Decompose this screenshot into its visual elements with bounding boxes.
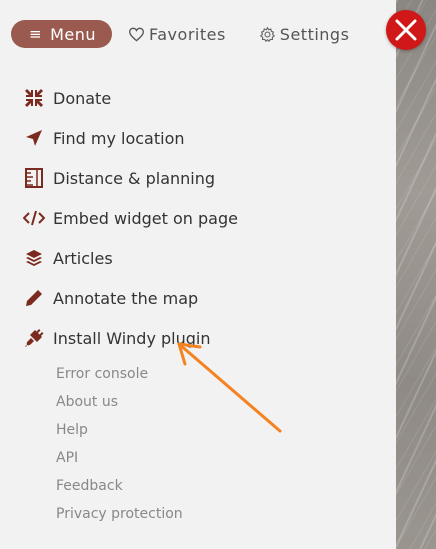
- link-help[interactable]: Help: [56, 416, 183, 444]
- tab-settings[interactable]: Settings: [259, 20, 350, 48]
- menu-item-install-plugin[interactable]: Install Windy plugin: [22, 318, 238, 358]
- menu-item-donate[interactable]: Donate: [22, 78, 238, 118]
- close-button[interactable]: [386, 10, 426, 50]
- tab-menu[interactable]: ≡ Menu: [11, 20, 113, 48]
- menu-panel: ≡ Menu Favorites Settings Donate Find my…: [0, 0, 396, 549]
- link-privacy-protection[interactable]: Privacy protection: [56, 500, 183, 528]
- plug-icon: [22, 326, 46, 350]
- heart-icon: [128, 27, 145, 42]
- main-menu: Donate Find my location Distance & plann…: [22, 78, 238, 358]
- close-icon: [395, 19, 417, 41]
- menu-item-label: Install Windy plugin: [53, 328, 211, 348]
- location-arrow-icon: [22, 126, 46, 150]
- menu-item-label: Embed widget on page: [53, 208, 238, 228]
- tab-bar: ≡ Menu Favorites Settings: [11, 20, 349, 48]
- menu-item-label: Donate: [53, 88, 112, 108]
- code-icon: [22, 206, 46, 230]
- link-feedback[interactable]: Feedback: [56, 472, 183, 500]
- link-api[interactable]: API: [56, 444, 183, 472]
- menu-item-label: Distance & planning: [53, 168, 216, 188]
- menu-item-find-location[interactable]: Find my location: [22, 118, 238, 158]
- gear-icon: [259, 26, 276, 43]
- link-about-us[interactable]: About us: [56, 388, 183, 416]
- pencil-icon: [22, 286, 46, 310]
- tab-favorites-label: Favorites: [149, 24, 226, 44]
- tab-settings-label: Settings: [279, 24, 350, 44]
- menu-item-label: Annotate the map: [53, 288, 199, 308]
- menu-item-annotate-map[interactable]: Annotate the map: [22, 278, 238, 318]
- menu-item-label: Find my location: [53, 128, 185, 148]
- tab-menu-label: Menu: [50, 24, 97, 44]
- map-background: [396, 0, 436, 549]
- ruler-icon: [22, 166, 46, 190]
- menu-item-distance-planning[interactable]: Distance & planning: [22, 158, 238, 198]
- layers-icon: [22, 246, 46, 270]
- compress-arrows-icon: [22, 86, 46, 110]
- menu-item-label: Articles: [53, 248, 113, 268]
- secondary-links: Error console About us Help API Feedback…: [56, 360, 183, 528]
- menu-item-articles[interactable]: Articles: [22, 238, 238, 278]
- link-error-console[interactable]: Error console: [56, 360, 183, 388]
- tab-favorites[interactable]: Favorites: [128, 20, 226, 48]
- hamburger-icon: ≡: [29, 25, 43, 43]
- menu-item-embed-widget[interactable]: Embed widget on page: [22, 198, 238, 238]
